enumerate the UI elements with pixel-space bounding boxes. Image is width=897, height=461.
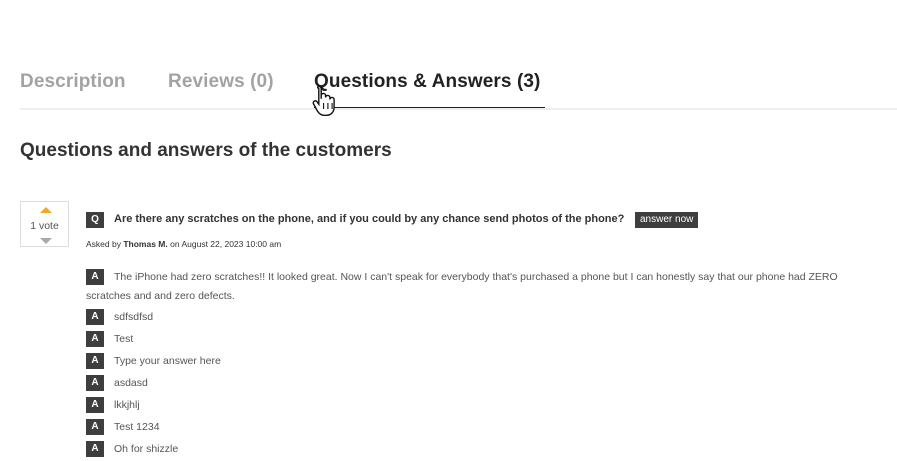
tab-description[interactable]: Description [20, 71, 126, 93]
vote-box: 1 vote [20, 201, 69, 247]
question-meta: Asked by Thomas M. on August 22, 2023 10… [86, 239, 281, 249]
answer-badge: A [86, 419, 104, 435]
product-tabs: Description Reviews (0) Questions & Answ… [20, 68, 897, 110]
answer-text: The iPhone had zero scratches!! It looke… [86, 271, 838, 302]
answer-now-button[interactable]: answer now [635, 212, 699, 228]
answer-badge: A [86, 331, 104, 347]
answer-text: asdasd [114, 377, 148, 389]
vote-count: 1 vote [30, 220, 59, 232]
tab-questions-answers[interactable]: Questions & Answers (3) [314, 71, 540, 93]
answer-badge: A [86, 397, 104, 413]
answer-badge: A [86, 309, 104, 325]
answer-badge: A [86, 441, 104, 457]
answer-text: Oh for shizzle [114, 443, 179, 455]
tab-reviews[interactable]: Reviews (0) [168, 71, 274, 93]
answer-badge: A [86, 375, 104, 391]
question-date: on August 22, 2023 10:00 am [170, 239, 282, 249]
answer-text: lkkjhlj [114, 399, 140, 411]
question-text: Are there any scratches on the phone, an… [114, 213, 625, 225]
upvote-arrow-icon[interactable] [40, 207, 52, 213]
tabs-divider [20, 108, 897, 110]
answer-badge: A [86, 353, 104, 369]
answer-text: Test [114, 333, 134, 345]
question-author: Thomas M. [123, 239, 168, 249]
answer-text: Type your answer here [114, 355, 221, 367]
asked-by-label: Asked by [86, 239, 121, 249]
downvote-arrow-icon[interactable] [40, 238, 52, 244]
section-title: Questions and answers of the customers [20, 140, 392, 161]
answer-text: Test 1234 [114, 421, 160, 433]
hand-pointer-cursor-icon [312, 85, 335, 116]
question-badge: Q [86, 212, 104, 228]
answer-text: sdfsdfsd [114, 311, 154, 323]
